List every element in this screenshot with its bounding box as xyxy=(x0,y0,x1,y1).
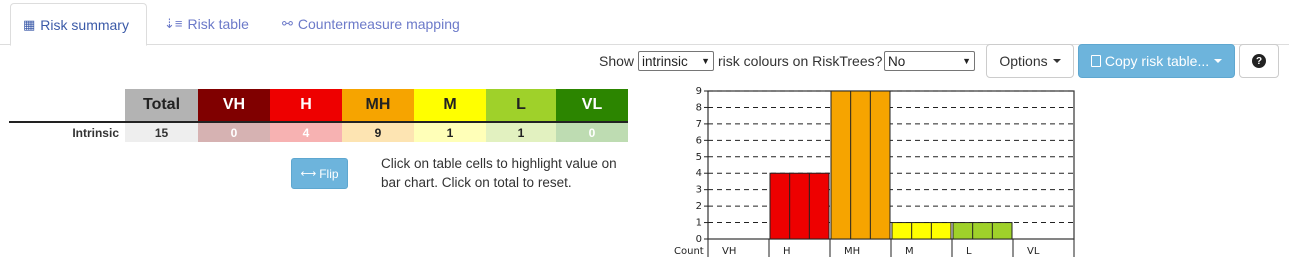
flip-button[interactable]: ⟷ Flip xyxy=(291,158,348,189)
row-label-intrinsic: Intrinsic xyxy=(72,125,119,140)
hint-text: Click on table cells to highlight value … xyxy=(381,156,617,190)
copy-label: Copy risk table... xyxy=(1104,53,1210,69)
copy-risk-table-button[interactable]: Copy risk table... xyxy=(1078,44,1235,78)
y-tick-label: 5 xyxy=(696,152,702,163)
flip-label: Flip xyxy=(319,166,339,181)
tab-label: Risk table xyxy=(187,16,249,32)
y-tick-label: 8 xyxy=(696,102,702,113)
header-h[interactable]: H xyxy=(270,89,342,121)
header-m[interactable]: M xyxy=(414,89,486,121)
risk-colours-label: risk colours on RiskTrees? xyxy=(718,53,883,69)
swap-horizontal-icon: ⟷ xyxy=(300,168,317,180)
header-l[interactable]: L xyxy=(486,89,556,121)
header-vh[interactable]: VH xyxy=(198,89,270,121)
y-tick-label: 7 xyxy=(696,119,702,130)
cell-intrinsic-l[interactable]: 1 xyxy=(486,123,556,142)
cell-intrinsic-vh[interactable]: 0 xyxy=(198,123,270,142)
show-label: Show xyxy=(599,53,635,69)
options-label: Options xyxy=(999,53,1048,69)
caret-down-icon xyxy=(1052,59,1061,63)
cell-intrinsic-vl[interactable]: 0 xyxy=(556,123,628,142)
tab-risk-summary[interactable]: ▦ Risk summary xyxy=(10,3,147,46)
tab-label: Countermeasure mapping xyxy=(297,16,460,32)
caret-down-icon xyxy=(1214,59,1223,63)
table-icon: ▦ xyxy=(23,16,36,32)
y-tick-label: 4 xyxy=(696,168,702,179)
cell-intrinsic-total[interactable]: 15 xyxy=(125,123,198,142)
copy-icon xyxy=(1090,55,1101,67)
header-vl[interactable]: VL xyxy=(556,89,628,121)
options-button[interactable]: Options xyxy=(986,44,1074,78)
tab-countermeasure-mapping[interactable]: ⚯ Countermeasure mapping xyxy=(270,3,472,45)
x-tick-label: MH xyxy=(844,246,860,257)
risk-type-value: intrinsic xyxy=(642,53,688,69)
question-icon: ? xyxy=(1252,54,1266,68)
risk-bar-chart: 0 1 2 3 4 5 6 7 8 9 VH H MH M L VL Count xyxy=(674,86,1075,257)
plot-frame xyxy=(707,90,1075,240)
bar-m xyxy=(891,222,952,240)
risktrees-colour-value: No xyxy=(888,53,906,69)
x-tick-label: L xyxy=(966,246,972,257)
x-tick-label: VL xyxy=(1027,246,1040,257)
y-tick-label: 3 xyxy=(696,185,702,196)
cell-intrinsic-h[interactable]: 4 xyxy=(270,123,342,142)
risk-type-select[interactable]: intrinsic ▼ xyxy=(638,51,714,71)
tab-risk-table[interactable]: ⇣≡ Risk table xyxy=(152,3,261,45)
y-tick-label: 1 xyxy=(696,218,702,229)
header-mh[interactable]: MH xyxy=(342,89,414,121)
bar-mh xyxy=(830,90,891,240)
risktrees-colour-select[interactable]: No ▼ xyxy=(884,51,975,71)
tab-label: Risk summary xyxy=(40,16,129,33)
y-tick-label: 9 xyxy=(696,86,702,97)
chevron-down-icon: ▼ xyxy=(962,56,971,66)
cell-intrinsic-m[interactable]: 1 xyxy=(414,123,486,142)
header-total[interactable]: Total xyxy=(125,89,198,121)
help-button[interactable]: ? xyxy=(1239,44,1279,78)
y-tick-label: 0 xyxy=(696,234,702,245)
chevron-down-icon: ▼ xyxy=(701,56,710,66)
x-tick-label: VH xyxy=(722,246,736,257)
x-tick-label: H xyxy=(783,246,791,257)
bar-l xyxy=(952,222,1013,240)
x-tick-label: M xyxy=(905,246,914,257)
cell-intrinsic-mh[interactable]: 9 xyxy=(342,123,414,142)
bar-h xyxy=(769,172,830,240)
sort-icon: ⇣≡ xyxy=(164,16,183,31)
tab-bar: ▦ Risk summary ⇣≡ Risk table ⚯ Counterme… xyxy=(0,0,1289,46)
x-axis-label: Count xyxy=(674,246,704,257)
y-tick-label: 6 xyxy=(696,135,702,146)
network-icon: ⚯ xyxy=(282,16,293,31)
y-tick-label: 2 xyxy=(696,201,702,212)
